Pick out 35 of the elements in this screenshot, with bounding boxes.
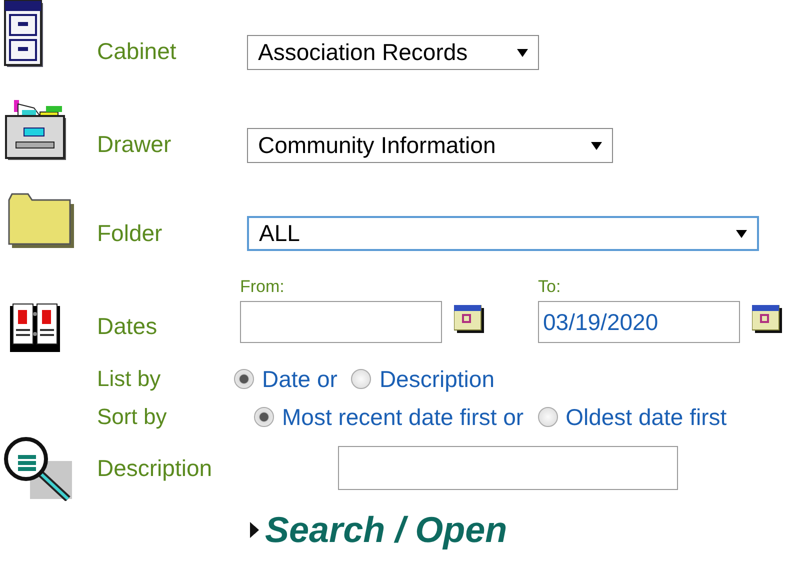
radio-label[interactable]: Most recent date first or — [282, 404, 524, 430]
calendar-icon — [454, 305, 484, 335]
description-label: Description — [97, 454, 214, 482]
drawer-dropdown[interactable]: Community Information — [247, 128, 613, 163]
list-by-label: List by — [97, 366, 162, 392]
radio-button[interactable] — [254, 407, 274, 427]
sort-by-label: Sort by — [97, 404, 168, 430]
from-date-field[interactable] — [240, 301, 442, 343]
dates-label: Dates — [97, 313, 158, 340]
folder-label: Folder — [97, 220, 164, 247]
calendar-book-icon — [10, 302, 60, 352]
to-date-field[interactable]: 03/19/2020 — [538, 301, 740, 343]
calendar-icon — [752, 305, 782, 335]
folder-icon — [8, 192, 74, 248]
radio-label[interactable]: Oldest date first — [566, 404, 727, 430]
caret-icon — [517, 48, 528, 56]
from-label: From: — [240, 277, 286, 297]
file-cabinet-icon — [4, 0, 46, 70]
drawer-label: Drawer — [97, 131, 172, 158]
description-field[interactable] — [338, 446, 678, 490]
to-label: To: — [538, 277, 562, 297]
cabinet-dropdown[interactable]: Association Records — [247, 35, 539, 70]
magnifier-document-icon — [2, 435, 74, 501]
search-open-button[interactable]: Search / Open — [250, 509, 508, 551]
cabinet-label: Cabinet — [97, 38, 178, 65]
radio-label[interactable]: Description — [379, 366, 494, 392]
play-arrow-icon — [250, 522, 259, 538]
caret-icon — [736, 230, 747, 238]
radio-button[interactable] — [234, 369, 254, 389]
radio-button[interactable] — [351, 369, 372, 389]
radio-label[interactable]: Date or — [262, 366, 338, 392]
radio-button[interactable] — [538, 407, 558, 427]
open-drawer-icon — [4, 98, 68, 162]
caret-icon — [591, 142, 602, 150]
folder-dropdown[interactable]: ALL — [247, 216, 759, 251]
